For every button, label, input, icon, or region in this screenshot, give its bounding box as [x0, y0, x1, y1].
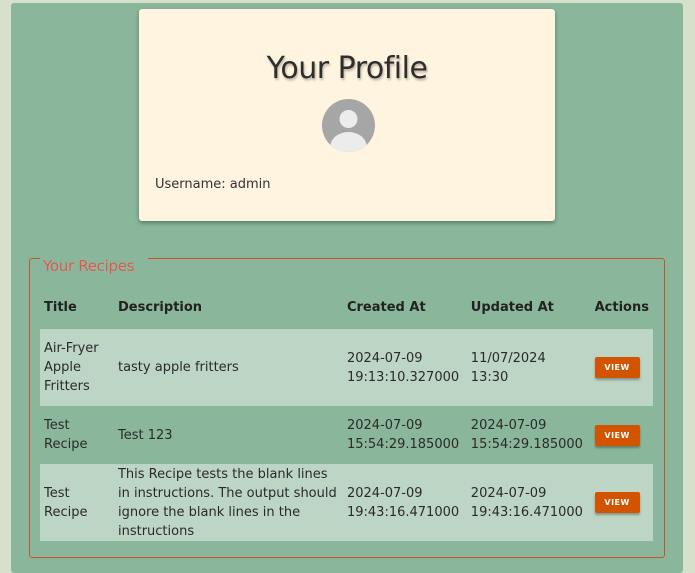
recipe-description: This Recipe tests the blank lines in ins…	[113, 464, 343, 541]
view-recipe-button[interactable]: VIEW	[594, 424, 640, 446]
recipe-title: Test Recipe	[40, 406, 114, 464]
recipe-updated-at: 2024-07-09 15:54:29.185000	[466, 406, 591, 464]
recipe-created-at: 2024-07-09 19:13:10.327000	[342, 329, 467, 406]
column-header-created: Created At	[346, 299, 426, 315]
recipe-description: Test 123	[113, 406, 343, 464]
recipe-title: Air-Fryer Apple Fritters	[40, 329, 114, 406]
recipes-section: Your Recipes Title Description Created A…	[29, 257, 665, 558]
recipe-updated-at: 2024-07-09 19:43:16.471000	[466, 464, 591, 541]
column-header-actions: Actions	[594, 299, 649, 315]
profile-card: Your Profile Username: admin	[139, 9, 555, 221]
avatar-icon	[322, 99, 375, 152]
column-header-description: Description	[117, 299, 203, 315]
recipe-updated-at: 11/07/2024 13:30	[466, 329, 591, 406]
username-label: Username: admin	[155, 177, 271, 192]
view-recipe-button[interactable]: VIEW	[594, 357, 640, 378]
column-header-title: Title	[44, 299, 77, 315]
recipes-table: Title Description Created At Updated At …	[40, 297, 653, 541]
profile-title: Your Profile	[266, 51, 428, 86]
recipe-description: tasty apple fritters	[113, 329, 343, 406]
column-header-updated: Updated At	[470, 299, 554, 315]
table-row: Air-Fryer Apple Fritters tasty apple fri…	[40, 329, 653, 406]
table-row: Test Recipe Test 123 2024-07-09 15:54:29…	[40, 406, 653, 464]
recipe-actions: VIEW	[590, 406, 653, 464]
view-recipe-button[interactable]: VIEW	[594, 492, 640, 513]
recipes-legend: Your Recipes	[43, 257, 135, 275]
recipe-title: Test Recipe	[40, 464, 114, 541]
recipe-created-at: 2024-07-09 19:43:16.471000	[342, 464, 467, 541]
recipe-created-at: 2024-07-09 15:54:29.185000	[342, 406, 467, 464]
table-header-row: Title Description Created At Updated At …	[40, 297, 653, 329]
table-row: Test Recipe This Recipe tests the blank …	[40, 464, 653, 541]
recipe-actions: VIEW	[590, 464, 653, 541]
recipe-actions: VIEW	[590, 329, 653, 406]
